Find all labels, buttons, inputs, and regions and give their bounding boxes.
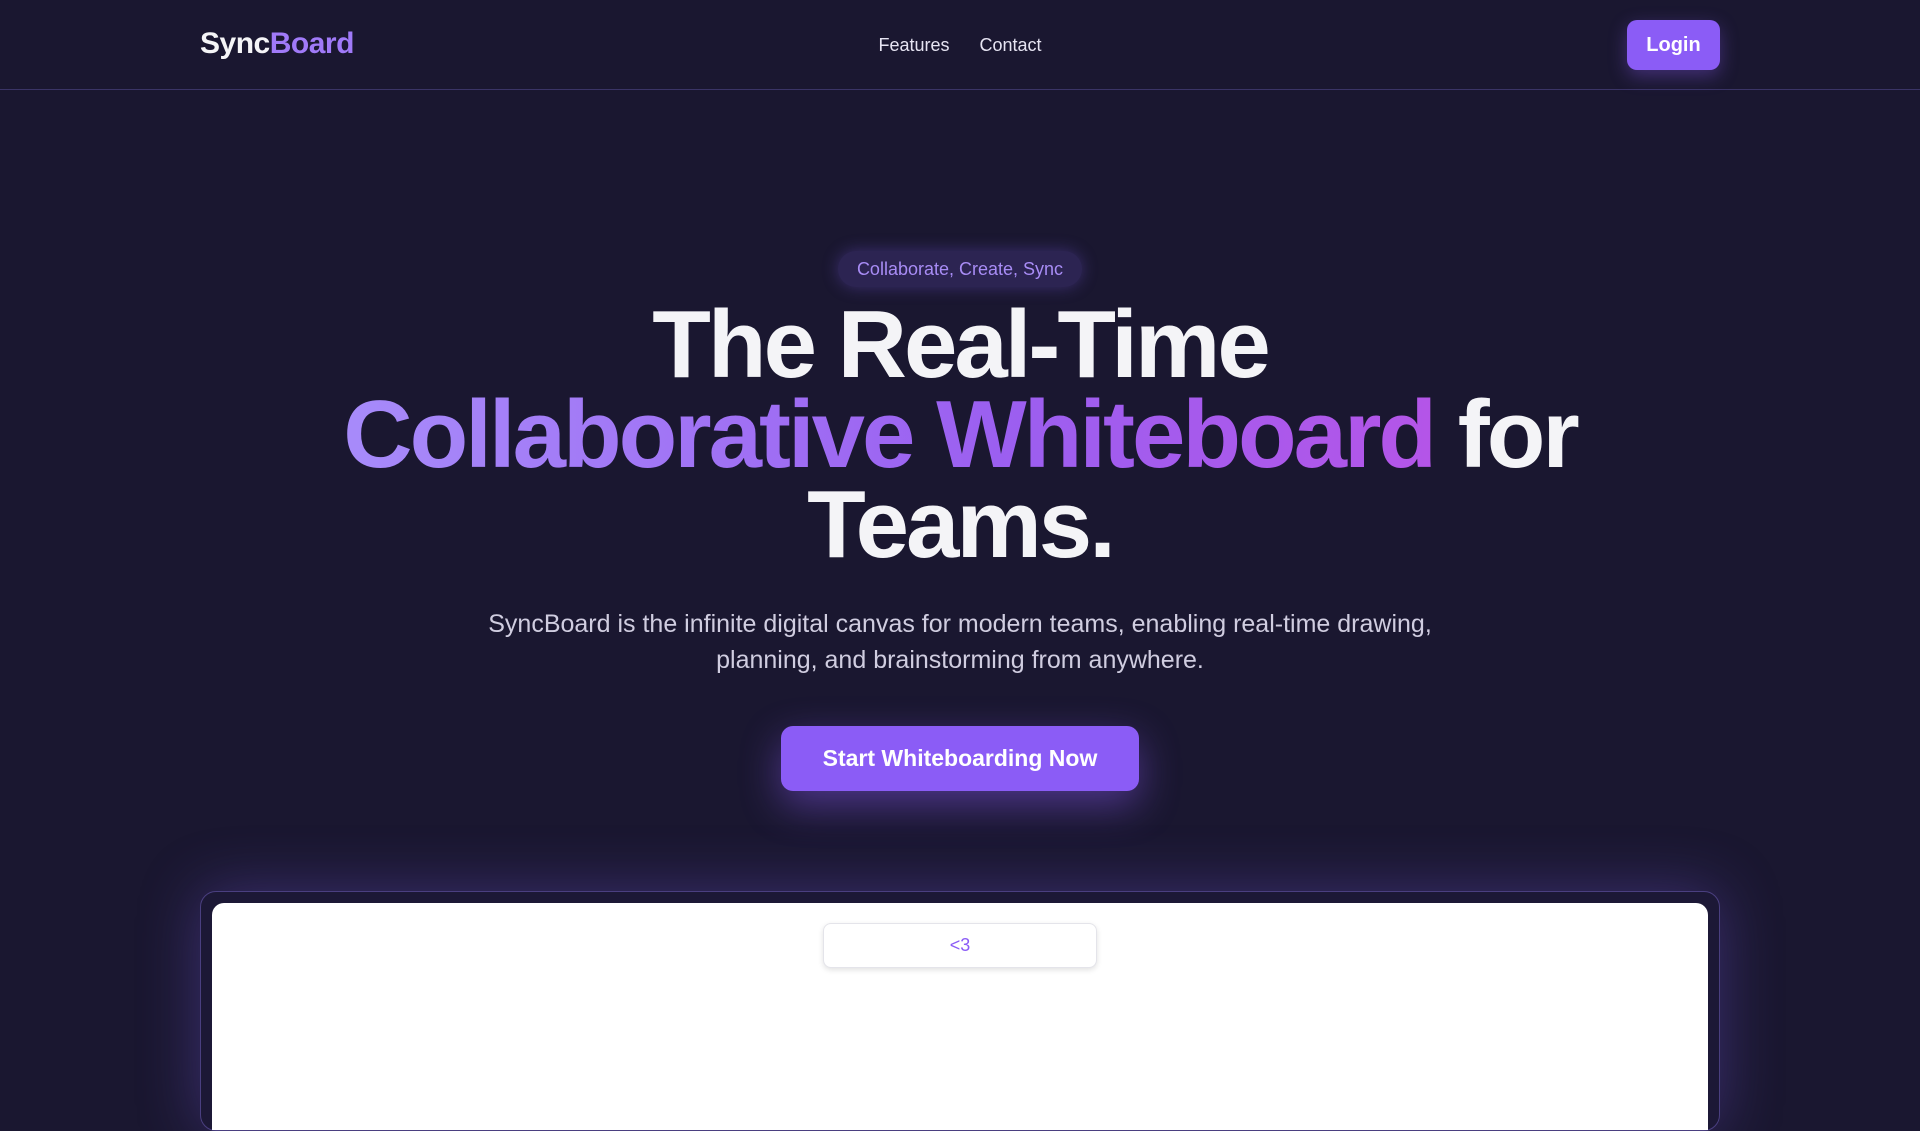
hero-subtitle: SyncBoard is the infinite digital canvas… (488, 610, 1432, 674)
headline-line-3: Teams. (807, 471, 1116, 578)
hero-badge: Collaborate, Create, Sync (838, 251, 1082, 287)
canvas-text-input[interactable]: <3 (823, 923, 1097, 968)
headline-line-2: Collaborative Whiteboard for (0, 387, 1920, 483)
headline-line-1: The Real-Time (652, 291, 1270, 398)
top-navbar: SyncBoard Features Contact Login (0, 0, 1920, 90)
hero-headline: The Real-Time Collaborative Whiteboard f… (0, 291, 1920, 578)
nav-link-contact[interactable]: Contact (980, 34, 1042, 56)
headline-line-2-rest: for (1434, 381, 1580, 488)
whiteboard-canvas[interactable]: <3 (212, 903, 1708, 1130)
whiteboard-preview-frame: <3 (200, 891, 1720, 1131)
nav-link-features[interactable]: Features (878, 34, 949, 56)
start-whiteboarding-button[interactable]: Start Whiteboarding Now (781, 726, 1139, 791)
login-button[interactable]: Login (1627, 20, 1720, 70)
